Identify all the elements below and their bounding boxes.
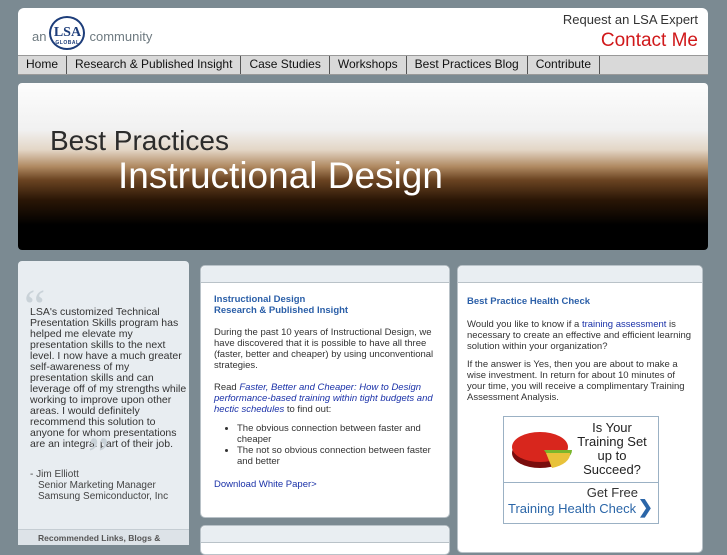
testimonial-quote: LSA's customized Technical Presentation … (30, 306, 187, 450)
recommended-links-header: Recommended Links, Blogs & (18, 529, 189, 545)
logo-prefix: an (32, 28, 47, 44)
article-heading: Instructional Design (214, 294, 306, 305)
ad-q1: Is Your (592, 420, 632, 435)
health-check-question: Would you like to know if a training ass… (467, 319, 692, 352)
nav-contribute[interactable]: Contribute (528, 56, 601, 74)
article-intro: During the past 10 years of Instructiona… (214, 327, 434, 371)
health-check-content: Best Practice Health Check Would you lik… (467, 296, 692, 410)
article-bullets: The obvious connection between faster an… (214, 423, 439, 467)
read-prefix: Read (214, 382, 240, 393)
ad-q3: up to (597, 448, 627, 463)
ad-question: Is Your Training Set up to Succeed? (572, 421, 652, 477)
nav-research[interactable]: Research & Published Insight (67, 56, 242, 74)
author-name: - Jim Elliott (30, 469, 79, 480)
read-suffix: to find out: (284, 404, 332, 415)
hero-banner: Best Practices Instructional Design (18, 83, 708, 250)
list-item: The not so obvious connection between fa… (237, 445, 439, 467)
list-item: The obvious connection between faster an… (237, 423, 439, 445)
logo-text: LSA (53, 25, 82, 40)
nav-home[interactable]: Home (18, 56, 68, 74)
panel-header (201, 266, 449, 283)
logo-emblem: LSA GLOBAL (49, 16, 86, 50)
pie-chart-icon (512, 432, 572, 468)
lsa-logo[interactable]: an LSA GLOBAL community (32, 16, 152, 50)
site-header: an LSA GLOBAL community Request an LSA E… (18, 8, 708, 55)
chevron-right-icon: ❯ (637, 497, 653, 517)
main-nav: Home Research & Published Insight Case S… (18, 55, 708, 75)
contact-me-link[interactable]: Contact Me (601, 30, 698, 52)
banner-title: Instructional Design (118, 155, 443, 196)
health-check-ad[interactable]: Is Your Training Set up to Succeed? Get … (503, 416, 659, 524)
article-subheading: Research & Published Insight (214, 305, 349, 316)
request-expert-link[interactable]: Request an LSA Expert (563, 12, 698, 27)
question-prefix: Would you like to know if a (467, 319, 582, 330)
testimonial-author: - Jim Elliott Senior Marketing Manager S… (30, 469, 168, 502)
nav-workshops[interactable]: Workshops (330, 56, 407, 74)
health-check-heading: Best Practice Health Check (467, 296, 591, 307)
ad-get-free: Get Free (586, 485, 638, 500)
health-check-offer: If the answer is Yes, then you are about… (467, 359, 685, 403)
download-whitepaper-link[interactable]: Download White Paper> (214, 479, 439, 490)
logo-suffix: community (89, 28, 153, 44)
health-check-panel: Best Practice Health Check Would you lik… (457, 265, 703, 553)
panel-header (458, 266, 702, 283)
author-title: Senior Marketing Manager (38, 480, 156, 491)
page: an LSA GLOBAL community Request an LSA E… (18, 8, 708, 555)
logo-subtext: GLOBAL (55, 40, 80, 46)
ad-q2: Training Set (577, 434, 647, 449)
article-content: Instructional Design Research & Publishe… (214, 294, 439, 490)
article-panel: Instructional Design Research & Publishe… (200, 265, 450, 518)
author-company: Samsung Semiconductor, Inc (38, 491, 169, 502)
panel-header (201, 526, 449, 543)
training-health-check-link[interactable]: Training Health Check (508, 501, 636, 516)
testimonial-panel: “ LSA's customized Technical Presentatio… (18, 261, 189, 545)
nav-blog[interactable]: Best Practices Blog (407, 56, 528, 74)
article-read: Read Faster, Better and Cheaper: How to … (214, 382, 439, 415)
second-article-panel (200, 525, 450, 555)
banner-subtitle: Best Practices (50, 125, 229, 156)
ad-divider (504, 482, 658, 483)
ad-q4: Succeed? (583, 462, 641, 477)
nav-case-studies[interactable]: Case Studies (241, 56, 330, 74)
training-assessment-link[interactable]: training assessment (582, 319, 666, 330)
